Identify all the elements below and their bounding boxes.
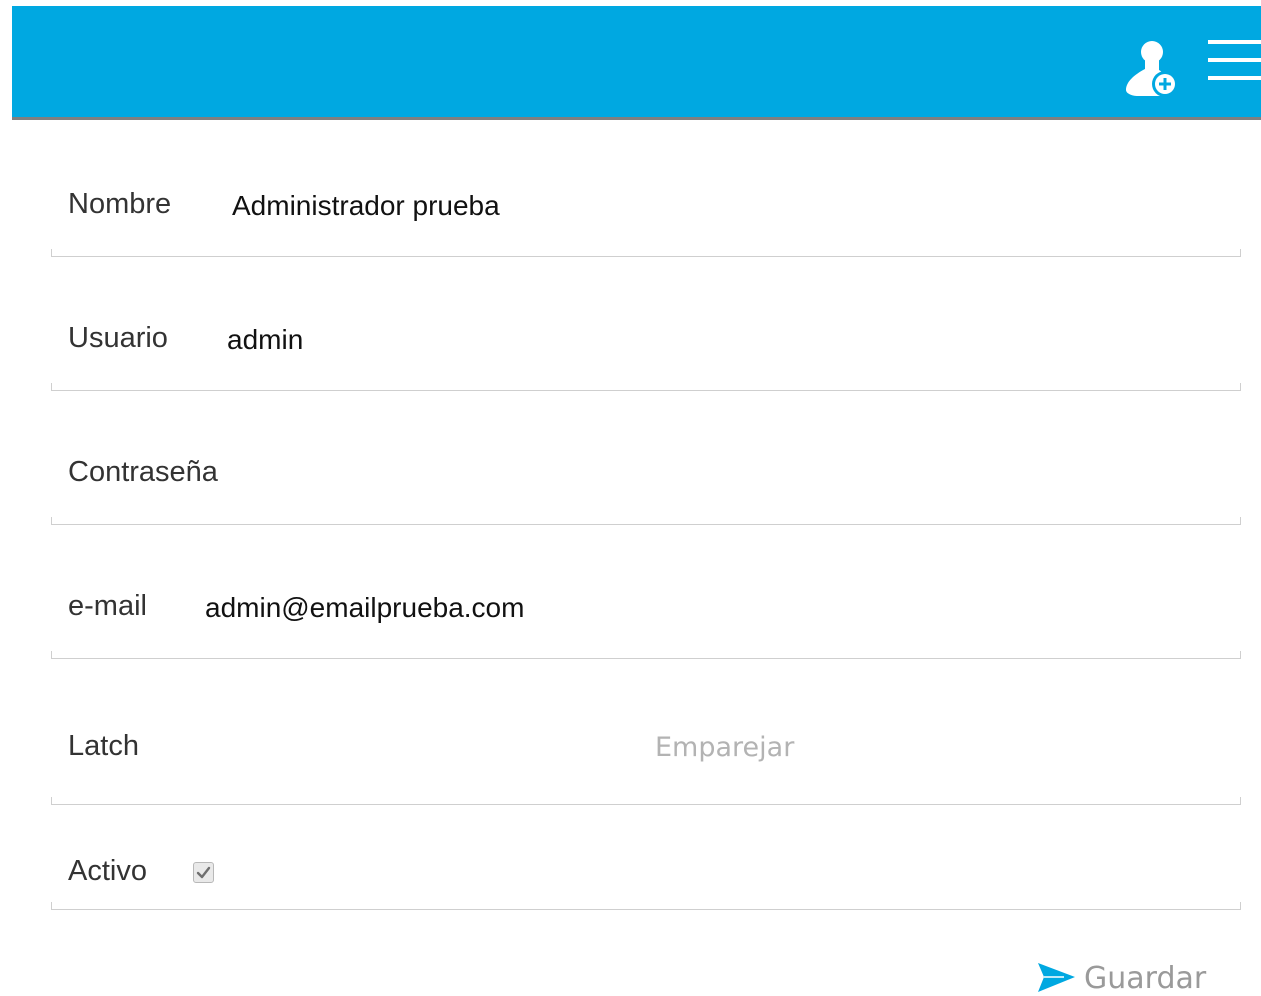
nombre-field[interactable] <box>232 188 1132 224</box>
latch-row: Latch Emparejar <box>51 712 1241 805</box>
password-label: Contraseña <box>68 456 218 488</box>
activo-label: Activo <box>68 855 147 887</box>
usuario-underline <box>51 383 1241 391</box>
activo-checkbox[interactable] <box>193 862 214 883</box>
nombre-underline <box>51 249 1241 257</box>
emparejar-link[interactable]: Emparejar <box>655 732 794 763</box>
email-underline <box>51 651 1241 659</box>
save-button[interactable]: Guardar <box>1036 960 1206 996</box>
usuario-field[interactable] <box>227 322 1127 358</box>
latch-label: Latch <box>68 730 139 762</box>
email-row: e-mail <box>51 572 1241 659</box>
nombre-label: Nombre <box>68 188 172 220</box>
activo-row: Activo <box>51 840 1241 910</box>
activo-underline <box>51 902 1241 910</box>
nombre-row: Nombre <box>51 170 1241 257</box>
add-user-button[interactable] <box>1124 38 1184 102</box>
email-label: e-mail <box>68 590 147 622</box>
usuario-label: Usuario <box>68 322 168 354</box>
password-row: Contraseña <box>51 438 1241 525</box>
usuario-row: Usuario <box>51 304 1241 391</box>
check-icon <box>196 866 211 879</box>
app-header <box>12 6 1261 120</box>
add-user-icon <box>1126 41 1178 97</box>
latch-underline <box>51 797 1241 805</box>
password-underline <box>51 517 1241 525</box>
password-field[interactable] <box>251 456 1151 492</box>
send-icon <box>1038 963 1075 992</box>
save-label: Guardar <box>1084 960 1207 996</box>
hamburger-menu-icon <box>1208 40 1261 80</box>
menu-button[interactable] <box>1208 38 1261 84</box>
email-field[interactable] <box>205 590 1105 626</box>
